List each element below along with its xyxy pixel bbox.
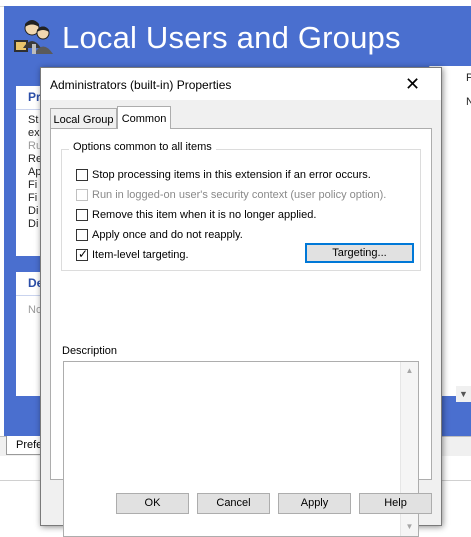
card-line: Fi — [28, 192, 38, 204]
users-group-icon — [14, 20, 53, 54]
card-line: Di — [28, 205, 39, 217]
tab-local-group[interactable]: Local Group — [50, 108, 117, 128]
targeting-button[interactable]: Targeting... — [305, 243, 414, 263]
scroll-down-arrow[interactable]: ▼ — [456, 386, 471, 402]
dialog-titlebar[interactable]: Administrators (built-in) Properties ✕ — [41, 68, 441, 100]
checkbox-checked[interactable]: ✓ — [76, 247, 89, 261]
app-title: Local Users and Groups — [62, 20, 401, 55]
scroll-down-icon[interactable]: ▼ — [401, 520, 418, 534]
scroll-up-icon[interactable]: ▲ — [401, 364, 418, 378]
option-label: Stop processing items in this extension … — [92, 169, 371, 181]
close-icon[interactable]: ✕ — [384, 68, 441, 100]
card-line: St — [28, 114, 39, 126]
option-label: Item-level targeting. — [92, 249, 189, 261]
checkmark-icon: ✓ — [78, 247, 89, 261]
option-label: Apply once and do not reapply. — [92, 229, 243, 241]
checkbox[interactable] — [76, 229, 88, 241]
properties-dialog: Administrators (built-in) Properties ✕ L… — [40, 67, 442, 537]
option-label: Remove this item when it is no longer ap… — [92, 209, 317, 221]
ok-button[interactable]: OK — [116, 493, 189, 514]
list-cell: N — [466, 96, 471, 108]
tab-preferences[interactable]: Prefe — [6, 436, 42, 455]
dialog-title: Administrators (built-in) Properties — [50, 78, 232, 92]
common-tab-page: Options common to all items Stop process… — [50, 128, 432, 537]
help-button[interactable]: Help — [359, 493, 432, 514]
card-line: Di — [28, 218, 39, 230]
apply-button[interactable]: Apply — [278, 493, 351, 514]
options-group-legend: Options common to all items — [69, 141, 216, 153]
checkbox — [76, 189, 88, 201]
card-line: ex — [28, 127, 40, 139]
cancel-button[interactable]: Cancel — [197, 493, 270, 514]
option-label: Run in logged-on user's security context… — [92, 189, 387, 201]
checkbox[interactable] — [76, 169, 88, 181]
card-line: Fi — [28, 179, 38, 191]
tab-common[interactable]: Common — [117, 106, 171, 129]
list-header-cell: P — [466, 72, 471, 84]
description-label: Description — [62, 345, 118, 357]
checkbox[interactable] — [76, 209, 88, 221]
